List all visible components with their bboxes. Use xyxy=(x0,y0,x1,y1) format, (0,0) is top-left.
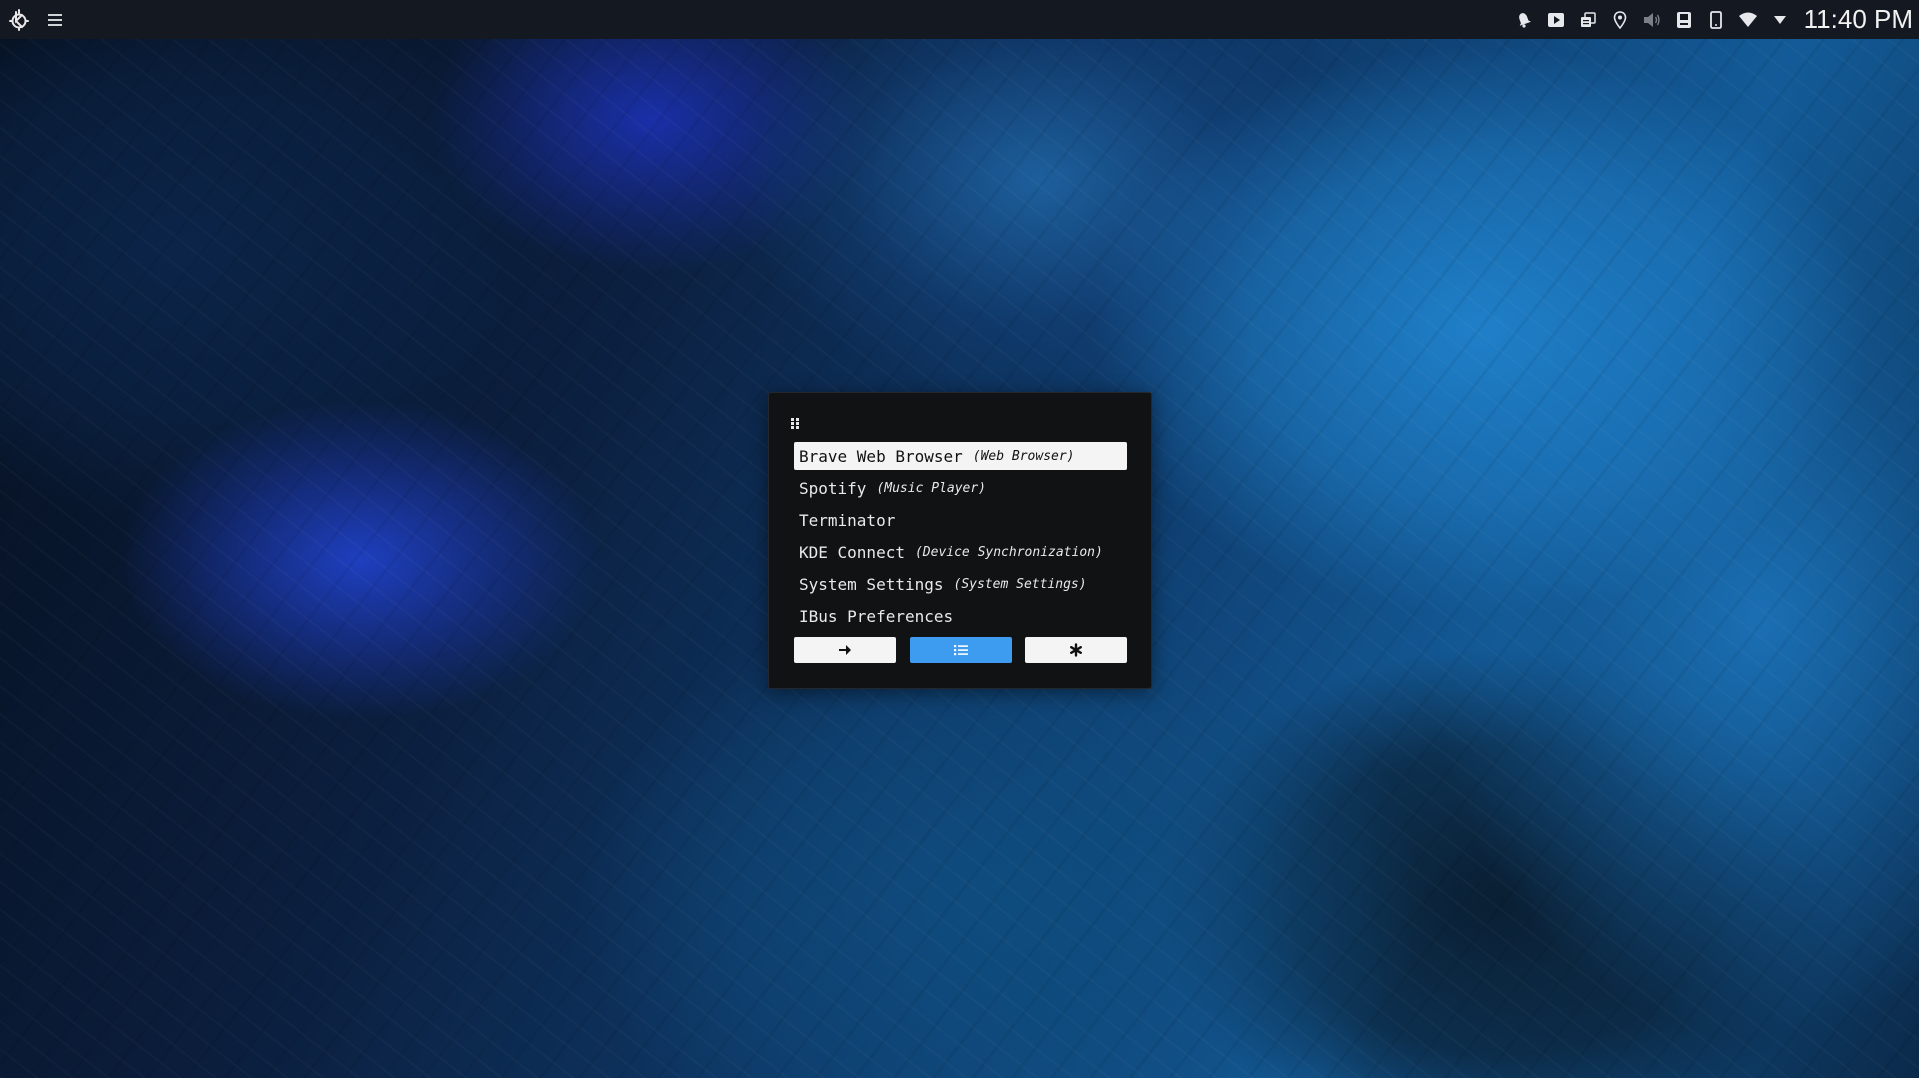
arrow-right-icon xyxy=(839,645,851,655)
notifications-bell-icon[interactable] xyxy=(1508,0,1540,39)
desktop[interactable]: 11:40 PM Brave Web Browser (Web Browser)… xyxy=(0,0,1919,1078)
kde-logo-icon[interactable] xyxy=(0,0,38,39)
location-pin-icon[interactable] xyxy=(1604,0,1636,39)
drag-handle-icon[interactable] xyxy=(789,415,801,429)
expand-tray-arrow-icon[interactable] xyxy=(1764,0,1796,39)
app-entry-name: System Settings xyxy=(799,574,944,594)
panel-left-group xyxy=(0,0,72,39)
window-mode-button[interactable] xyxy=(1025,637,1127,663)
app-entry[interactable]: System Settings (System Settings) xyxy=(794,570,1127,598)
app-launcher-dialog: Brave Web Browser (Web Browser) Spotify … xyxy=(768,392,1152,689)
storage-device-icon[interactable] xyxy=(1668,0,1700,39)
mode-switcher xyxy=(794,637,1127,663)
app-entry[interactable]: IBus Preferences xyxy=(794,602,1127,630)
app-entry-name: Spotify xyxy=(799,478,867,498)
phone-glyph xyxy=(1709,10,1722,29)
app-entry[interactable]: Spotify (Music Player) xyxy=(794,474,1127,502)
app-entry[interactable]: Brave Web Browser (Web Browser) xyxy=(794,442,1127,470)
storage-glyph xyxy=(1676,11,1691,28)
media-player-icon[interactable] xyxy=(1540,0,1572,39)
arrow-down-glyph xyxy=(1773,15,1786,24)
clipboard-glyph xyxy=(1580,11,1596,27)
wifi-glyph xyxy=(1738,12,1757,27)
app-entry-name: Terminator xyxy=(799,510,896,530)
app-entry[interactable]: Terminator xyxy=(794,506,1127,534)
clipboard-icon[interactable] xyxy=(1572,0,1604,39)
media-glyph xyxy=(1547,12,1564,27)
hamburger-glyph xyxy=(48,13,62,26)
app-entry-name: KDE Connect xyxy=(799,542,905,562)
wifi-icon[interactable] xyxy=(1732,0,1764,39)
asterisk-icon xyxy=(1070,643,1083,657)
kde-logo-glyph xyxy=(9,8,29,31)
app-entry[interactable]: KDE Connect (Device Synchronization) xyxy=(794,538,1127,566)
app-entry-comment: (System Settings) xyxy=(953,576,1087,592)
app-entry-comment: (Web Browser) xyxy=(972,448,1075,464)
app-entry-name: IBus Preferences xyxy=(799,606,954,626)
bell-glyph xyxy=(1518,12,1531,28)
hamburger-menu-icon[interactable] xyxy=(38,0,72,39)
run-mode-button[interactable] xyxy=(794,637,896,663)
volume-glyph xyxy=(1643,12,1660,27)
app-entry-comment: (Music Player) xyxy=(876,480,987,496)
system-tray: 11:40 PM xyxy=(1508,0,1919,39)
list-icon xyxy=(953,645,968,656)
top-panel: 11:40 PM xyxy=(0,0,1919,39)
pin-glyph xyxy=(1613,10,1626,29)
app-entry-list: Brave Web Browser (Web Browser) Spotify … xyxy=(794,442,1127,634)
volume-muted-icon[interactable] xyxy=(1636,0,1668,39)
phone-device-icon[interactable] xyxy=(1700,0,1732,39)
grip-dots-glyph xyxy=(791,418,799,429)
drun-mode-button[interactable] xyxy=(909,637,1012,663)
app-entry-name: Brave Web Browser xyxy=(799,446,963,466)
app-entry-comment: (Device Synchronization) xyxy=(914,544,1103,560)
clock[interactable]: 11:40 PM xyxy=(1804,0,1913,39)
